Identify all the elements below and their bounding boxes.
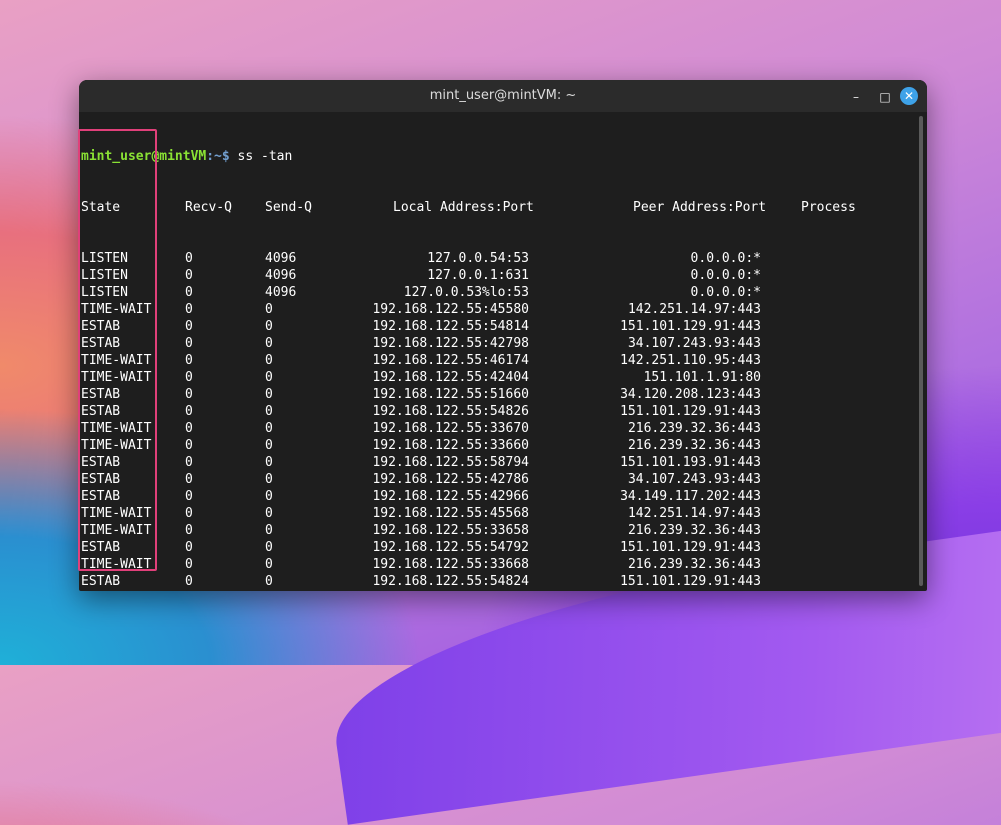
terminal-window: mint_user@mintVM: ~ – □ ✕ mint_user@mint…	[79, 80, 927, 591]
cell-peer: 151.101.129.91:443	[620, 404, 761, 419]
cell-peer: 151.101.193.91:443	[81, 590, 761, 591]
output-row: LISTEN 0 4096 127.0.0.54:53 0.0.0.0:*	[81, 250, 915, 267]
output-row: TIME-WAIT 0 0 192.168.122.55:45568 142.251.1…	[81, 505, 915, 522]
output-row: ESTAB 0 0 192.168.122.55:54814 151.101.129.9…	[81, 318, 915, 335]
output-row: TIME-WAIT 0 0 192.168.122.55:33668 216.239.3…	[81, 556, 915, 573]
maximize-button[interactable]: □	[876, 88, 894, 106]
minimize-button[interactable]: –	[847, 88, 865, 106]
close-button[interactable]: ✕	[900, 87, 918, 105]
output-row: ESTAB 0 0 192.168.122.55:42798 34.107.243.93…	[81, 335, 915, 352]
cell-peer: 151.101.1.91:80	[643, 370, 761, 385]
output-row: ESTAB00192.168.122.55:58782151.101.193.9…	[81, 590, 915, 591]
output-row: TIME-WAIT 0 0 192.168.122.55:33670 216.239.3…	[81, 420, 915, 437]
cell-peer: 151.101.129.91:443	[620, 540, 761, 555]
output-header: State Recv-Q Send-Q Local Address:Port Peer …	[81, 199, 915, 216]
output-row: ESTAB 0 0 192.168.122.55:58794 151.101.193.9…	[81, 454, 915, 471]
output-row: ESTAB 0 0 192.168.122.55:42786 34.107.243.93…	[81, 471, 915, 488]
output-row: LISTEN 0 4096 127.0.0.1:631 0.0.0.0:*	[81, 267, 915, 284]
header-recvq: Recv-Q	[185, 200, 232, 215]
cell-peer: 142.251.110.95:443	[620, 353, 761, 368]
header-process: Process	[801, 200, 856, 215]
cell-peer: 216.239.32.36:443	[627, 421, 761, 436]
cell-peer: 34.149.117.202:443	[620, 489, 761, 504]
cell-peer: 0.0.0.0:*	[690, 268, 761, 283]
cell-peer: 151.101.129.91:443	[620, 574, 761, 589]
cell-peer: 216.239.32.36:443	[627, 438, 761, 453]
cell-peer: 151.101.193.91:443	[620, 455, 761, 470]
cell-peer: 34.107.243.93:443	[627, 336, 761, 351]
header-sendq: Send-Q	[265, 200, 312, 215]
state-column-highlight	[78, 129, 157, 571]
titlebar[interactable]: mint_user@mintVM: ~ – □ ✕	[79, 80, 927, 112]
output-row: ESTAB 0 0 192.168.122.55:54792 151.101.129.9…	[81, 539, 915, 556]
output-row: TIME-WAIT 0 0 192.168.122.55:42404 151.101.1…	[81, 369, 915, 386]
command-line: mint_user@mintVM:~$ ss -tan	[81, 148, 915, 165]
terminal-output[interactable]: mint_user@mintVM:~$ ss -tan State Recv-Q S…	[81, 114, 915, 591]
cell-peer: 142.251.14.97:443	[627, 506, 761, 521]
output-row: LISTEN 0 4096 127.0.0.53%lo:53 0.0.0.0:*	[81, 284, 915, 301]
header-local: Local Address:Port	[393, 200, 534, 215]
output-row: ESTAB 0 0 192.168.122.55:42966 34.149.117.20…	[81, 488, 915, 505]
cell-peer: 0.0.0.0:*	[690, 285, 761, 300]
output-row: TIME-WAIT 0 0 192.168.122.55:46174 142.251.1…	[81, 352, 915, 369]
cell-peer: 142.251.14.97:443	[627, 302, 761, 317]
output-row: TIME-WAIT 0 0 192.168.122.55:45580 142.251.1…	[81, 301, 915, 318]
cell-peer: 216.239.32.36:443	[627, 523, 761, 538]
output-row: ESTAB 0 0 192.168.122.55:54824 151.101.129.9…	[81, 573, 915, 590]
output-row: ESTAB 0 0 192.168.122.55:54826 151.101.129.9…	[81, 403, 915, 420]
cell-peer: 216.239.32.36:443	[627, 557, 761, 572]
command-text: ss -tan	[229, 149, 293, 164]
scrollbar[interactable]	[919, 116, 923, 586]
output-row: TIME-WAIT 0 0 192.168.122.55:33658 216.239.3…	[81, 522, 915, 539]
cell-peer: 151.101.129.91:443	[620, 319, 761, 334]
cell-peer: 0.0.0.0:*	[690, 251, 761, 266]
output-row: ESTAB 0 0 192.168.122.55:51660 34.120.208.12…	[81, 386, 915, 403]
cell-peer: 34.120.208.123:443	[620, 387, 761, 402]
cell-peer: 34.107.243.93:443	[627, 472, 761, 487]
prompt-path: :~$	[206, 149, 230, 164]
window-title: mint_user@mintVM: ~	[429, 88, 577, 103]
output-row: TIME-WAIT 0 0 192.168.122.55:33660 216.239.3…	[81, 437, 915, 454]
header-peer: Peer Address:Port	[633, 200, 767, 215]
